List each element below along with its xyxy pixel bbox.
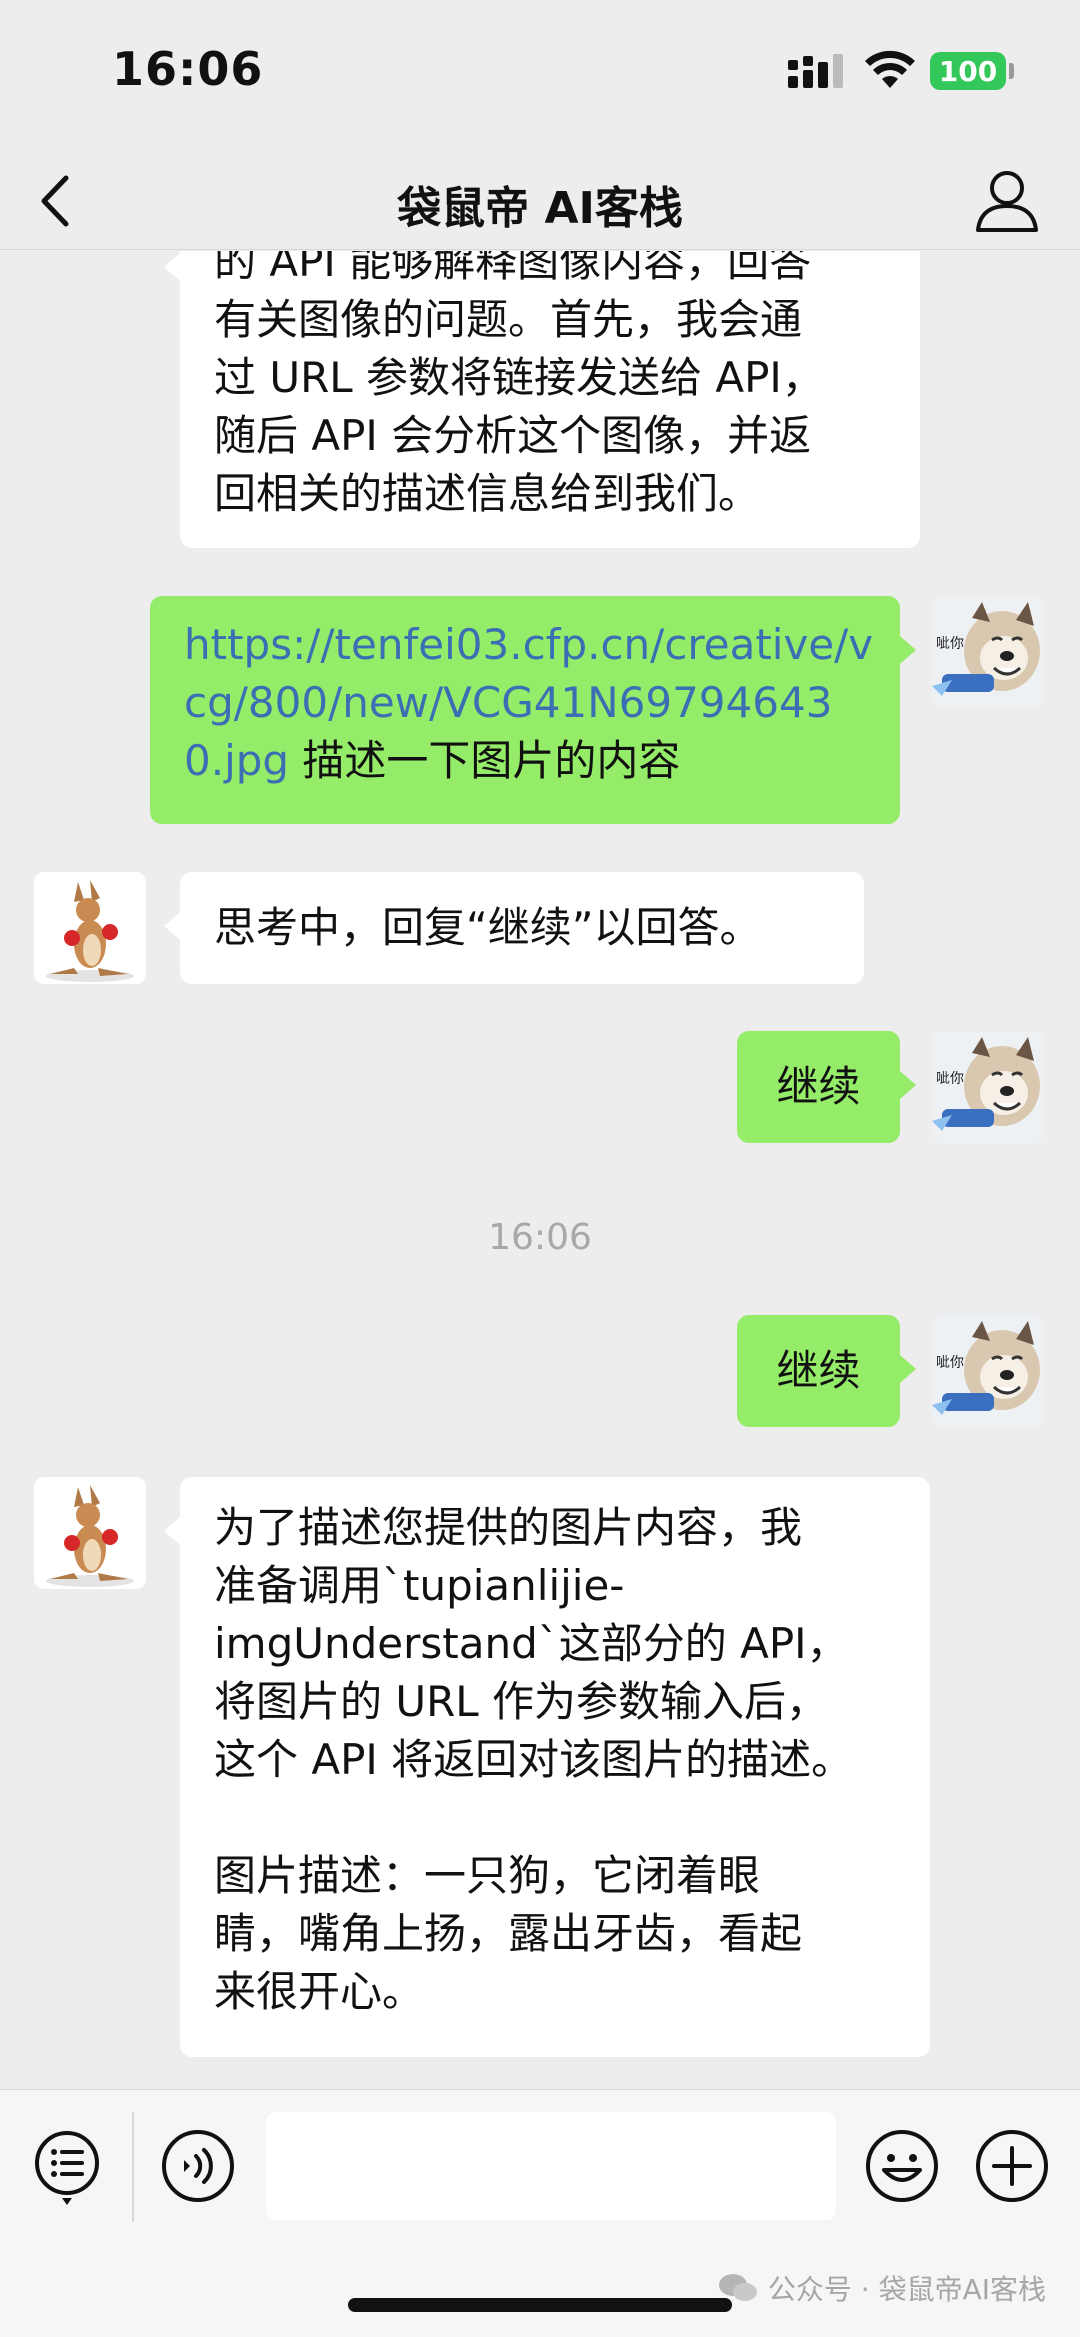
menu-list-icon[interactable] — [32, 2128, 102, 2212]
message-line: 这个 API 将返回对该图片的描述。 — [214, 1735, 854, 1784]
message-link[interactable]: 0.jpg — [184, 736, 289, 785]
home-indicator[interactable] — [348, 2298, 732, 2312]
watermark-text: 公众号 · 袋鼠帝AI客栈 — [767, 2273, 1046, 2306]
message-link[interactable]: https://tenfei03.cfp.cn/creative/v — [184, 616, 873, 674]
emoji-icon[interactable] — [864, 2128, 940, 2208]
message-timestamp: 16:06 — [488, 1217, 592, 1258]
user-message-bubble[interactable]: 继续 — [737, 1315, 916, 1427]
status-bar: 16:06 100 — [0, 0, 1080, 150]
bot-message-bubble[interactable]: 的 API 能够解释图像内容，回答 有关图像的问题。首先，我会通 过 URL 参… — [164, 251, 920, 548]
message-line: 的 API 能够解释图像内容，回答 — [214, 251, 812, 286]
message-line: 准备调用`tupianlijie- — [214, 1561, 625, 1610]
svg-text:呲你: 呲你 — [936, 1355, 964, 1371]
battery-tip — [1009, 63, 1014, 79]
message-text: 思考中，回复“继续”以回答。 — [214, 903, 762, 952]
message-line: 来很开心。 — [214, 1967, 425, 2016]
dog-avatar-icon: 呲你 — [932, 1031, 1044, 1143]
kangaroo-avatar-icon — [34, 872, 146, 984]
dog-avatar-icon: 呲你 — [932, 1315, 1044, 1427]
message-text: 继续 — [776, 1062, 861, 1111]
add-plus-icon[interactable] — [974, 2128, 1050, 2208]
watermark: 公众号 · 袋鼠帝AI客栈 — [718, 2268, 1046, 2308]
message-text: 描述一下图片的内容 — [289, 736, 681, 785]
message-line: 睛，嘴角上扬，露出牙齿，看起 — [214, 1909, 803, 1958]
bot-avatar[interactable] — [34, 1477, 146, 1589]
message-input[interactable] — [266, 2112, 836, 2220]
message-line: 随后 API 会分析这个图像，并返 — [214, 411, 812, 460]
battery-indicator: 100 — [930, 52, 1006, 90]
bot-message-bubble[interactable]: 思考中，回复“继续”以回答。 — [164, 872, 864, 984]
bot-avatar[interactable] — [34, 872, 146, 984]
bot-message-bubble[interactable]: 为了描述您提供的图片内容，我 准备调用`tupianlijie- imgUnde… — [164, 1477, 930, 2057]
chat-message-list[interactable]: 的 API 能够解释图像内容，回答 有关图像的问题。首先，我会通 过 URL 参… — [0, 251, 1080, 2089]
user-avatar[interactable]: 呲你 — [932, 1315, 1044, 1427]
voice-input-icon[interactable] — [160, 2128, 236, 2208]
svg-text:呲你: 呲你 — [936, 636, 964, 652]
message-line: imgUnderstand`这部分的 API， — [214, 1619, 849, 1668]
cellular-signal-icon — [788, 54, 846, 92]
user-message-bubble[interactable]: https://tenfei03.cfp.cn/creative/v cg/80… — [150, 596, 916, 824]
chat-title: 袋鼠帝 AI客栈 — [397, 183, 683, 234]
toolbar-divider — [132, 2112, 134, 2222]
svg-text:呲你: 呲你 — [936, 1071, 964, 1087]
message-line: 回相关的描述信息给到我们。 — [214, 469, 761, 518]
status-time: 16:06 — [112, 42, 264, 96]
wifi-icon — [865, 50, 915, 94]
message-line: 将图片的 URL 作为参数输入后， — [214, 1677, 829, 1726]
message-link[interactable]: cg/800/new/VCG41N69794643 — [184, 674, 866, 732]
message-line: 为了描述您提供的图片内容，我 — [214, 1503, 803, 1552]
message-line: 图片描述：一只狗，它闭着眼 — [214, 1851, 761, 1900]
contact-profile-icon[interactable] — [972, 164, 1042, 234]
dog-avatar-icon: 呲你 — [932, 596, 1044, 708]
nav-bar: 袋鼠帝 AI客栈 — [0, 150, 1080, 250]
user-message-bubble[interactable]: 继续 — [737, 1031, 916, 1143]
user-avatar[interactable]: 呲你 — [932, 596, 1044, 708]
kangaroo-avatar-icon — [34, 1477, 146, 1589]
message-line: 有关图像的问题。首先，我会通 — [214, 295, 803, 344]
message-text: 继续 — [776, 1346, 861, 1395]
user-avatar[interactable]: 呲你 — [932, 1031, 1044, 1143]
message-line: 过 URL 参数将链接发送给 API， — [214, 353, 824, 402]
